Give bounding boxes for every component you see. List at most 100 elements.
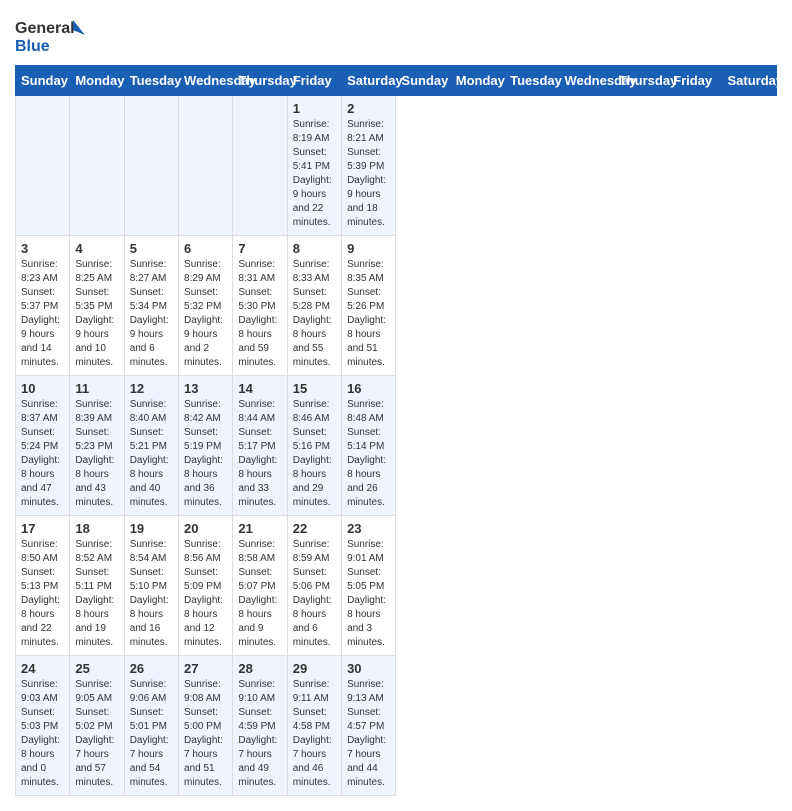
day-info: Sunrise: 8:40 AM Sunset: 5:21 PM Dayligh… [130,398,173,510]
day-number: 8 [293,241,336,256]
logo-svg: GeneralBlue [15,15,85,55]
calendar-cell: 7Sunrise: 8:31 AM Sunset: 5:30 PM Daylig… [233,236,287,376]
calendar-cell: 26 Sunrise: 9:06 AM Sunset: 5:01 PM Dayli… [124,656,178,796]
day-info: Sunrise: 8:23 AM Sunset: 5:37 PM Dayligh… [21,258,64,370]
day-info: Sunrise: 8:50 AM Sunset: 5:13 PM Dayligh… [21,538,64,650]
header-friday: Friday [668,66,722,96]
day-number: 26 [130,661,173,676]
day-number: 11 [75,381,118,396]
day-number: 29 [293,661,336,676]
calendar-cell: 29Sunrise: 9:11 AM Sunset: 4:58 PM Dayli… [287,656,341,796]
day-number: 24 [21,661,64,676]
day-number: 3 [21,241,64,256]
calendar-cell: 4Sunrise: 8:25 AM Sunset: 5:35 PM Daylig… [70,236,124,376]
header-thursday: Thursday [233,66,287,96]
day-number: 15 [293,381,336,396]
calendar-cell: 12 Sunrise: 8:40 AM Sunset: 5:21 PM Dayli… [124,376,178,516]
calendar-cell [70,96,124,236]
header-wednesday: Wednesday [179,66,233,96]
calendar-week-5: 24 Sunrise: 9:03 AM Sunset: 5:03 PM Dayli… [16,656,777,796]
calendar-cell [179,96,233,236]
calendar-week-1: 1 Sunrise: 8:19 AM Sunset: 5:41 PM Daylig… [16,96,777,236]
calendar-week-4: 17 Sunrise: 8:50 AM Sunset: 5:13 PM Dayli… [16,516,777,656]
day-info: Sunrise: 8:46 AM Sunset: 5:16 PM Dayligh… [293,398,336,510]
day-info: Sunrise: 8:52 AM Sunset: 5:11 PM Dayligh… [75,538,118,650]
header: GeneralBlue [15,15,777,55]
day-info: Sunrise: 8:25 AM Sunset: 5:35 PM Dayligh… [75,258,118,370]
day-number: 14 [238,381,281,396]
calendar-table: SundayMondayTuesdayWednesdayThursdayFrid… [15,65,777,796]
calendar-cell: 13 Sunrise: 8:42 AM Sunset: 5:19 PM Dayli… [179,376,233,516]
day-info: Sunrise: 8:21 AM Sunset: 5:39 PM Dayligh… [347,118,390,230]
header-monday: Monday [70,66,124,96]
header-saturday: Saturday [342,66,396,96]
day-number: 30 [347,661,390,676]
svg-text:General: General [15,20,75,37]
header-thursday: Thursday [613,66,667,96]
day-number: 12 [130,381,173,396]
calendar-cell: 21 Sunrise: 8:58 AM Sunset: 5:07 PM Dayli… [233,516,287,656]
day-number: 16 [347,381,390,396]
day-info: Sunrise: 9:08 AM Sunset: 5:00 PM Dayligh… [184,678,227,790]
day-info: Sunrise: 8:31 AM Sunset: 5:30 PM Dayligh… [238,258,281,370]
logo: GeneralBlue [15,15,85,55]
calendar-cell: 17 Sunrise: 8:50 AM Sunset: 5:13 PM Dayli… [16,516,70,656]
day-number: 27 [184,661,227,676]
calendar-cell: 2 Sunrise: 8:21 AM Sunset: 5:39 PM Daylig… [342,96,396,236]
calendar-cell: 3 Sunrise: 8:23 AM Sunset: 5:37 PM Daylig… [16,236,70,376]
calendar-cell [233,96,287,236]
header-friday: Friday [287,66,341,96]
day-number: 28 [238,661,281,676]
header-saturday: Saturday [722,66,777,96]
day-info: Sunrise: 8:19 AM Sunset: 5:41 PM Dayligh… [293,118,336,230]
calendar-header-row: SundayMondayTuesdayWednesdayThursdayFrid… [16,66,777,96]
day-number: 6 [184,241,227,256]
day-info: Sunrise: 9:03 AM Sunset: 5:03 PM Dayligh… [21,678,64,790]
day-number: 20 [184,521,227,536]
day-info: Sunrise: 8:54 AM Sunset: 5:10 PM Dayligh… [130,538,173,650]
calendar-cell: 15 Sunrise: 8:46 AM Sunset: 5:16 PM Dayli… [287,376,341,516]
calendar-cell: 5Sunrise: 8:27 AM Sunset: 5:34 PM Daylig… [124,236,178,376]
day-info: Sunrise: 8:59 AM Sunset: 5:06 PM Dayligh… [293,538,336,650]
day-number: 17 [21,521,64,536]
calendar-cell: 6 Sunrise: 8:29 AM Sunset: 5:32 PM Daylig… [179,236,233,376]
calendar-cell: 24 Sunrise: 9:03 AM Sunset: 5:03 PM Dayli… [16,656,70,796]
calendar-week-2: 3 Sunrise: 8:23 AM Sunset: 5:37 PM Daylig… [16,236,777,376]
day-number: 13 [184,381,227,396]
header-wednesday: Wednesday [559,66,613,96]
day-number: 2 [347,101,390,116]
day-number: 1 [293,101,336,116]
calendar-cell: 30 Sunrise: 9:13 AM Sunset: 4:57 PM Dayli… [342,656,396,796]
day-info: Sunrise: 8:44 AM Sunset: 5:17 PM Dayligh… [238,398,281,510]
day-info: Sunrise: 8:39 AM Sunset: 5:23 PM Dayligh… [75,398,118,510]
calendar-cell: 27 Sunrise: 9:08 AM Sunset: 5:00 PM Dayli… [179,656,233,796]
day-info: Sunrise: 8:42 AM Sunset: 5:19 PM Dayligh… [184,398,227,510]
calendar-cell: 23Sunrise: 9:01 AM Sunset: 5:05 PM Dayli… [342,516,396,656]
day-number: 23 [347,521,390,536]
day-info: Sunrise: 8:35 AM Sunset: 5:26 PM Dayligh… [347,258,390,370]
day-info: Sunrise: 8:29 AM Sunset: 5:32 PM Dayligh… [184,258,227,370]
day-info: Sunrise: 8:33 AM Sunset: 5:28 PM Dayligh… [293,258,336,370]
day-number: 21 [238,521,281,536]
day-info: Sunrise: 8:48 AM Sunset: 5:14 PM Dayligh… [347,398,390,510]
calendar-week-3: 10Sunrise: 8:37 AM Sunset: 5:24 PM Dayli… [16,376,777,516]
header-tuesday: Tuesday [124,66,178,96]
calendar-cell: 19 Sunrise: 8:54 AM Sunset: 5:10 PM Dayli… [124,516,178,656]
calendar-cell: 9Sunrise: 8:35 AM Sunset: 5:26 PM Daylig… [342,236,396,376]
calendar-cell [124,96,178,236]
calendar-cell: 1 Sunrise: 8:19 AM Sunset: 5:41 PM Daylig… [287,96,341,236]
day-number: 22 [293,521,336,536]
day-info: Sunrise: 8:58 AM Sunset: 5:07 PM Dayligh… [238,538,281,650]
calendar-cell: 22 Sunrise: 8:59 AM Sunset: 5:06 PM Dayli… [287,516,341,656]
header-sunday: Sunday [396,66,450,96]
day-number: 25 [75,661,118,676]
day-info: Sunrise: 8:37 AM Sunset: 5:24 PM Dayligh… [21,398,64,510]
calendar-cell: 16 Sunrise: 8:48 AM Sunset: 5:14 PM Dayli… [342,376,396,516]
day-number: 19 [130,521,173,536]
day-info: Sunrise: 8:56 AM Sunset: 5:09 PM Dayligh… [184,538,227,650]
day-info: Sunrise: 9:13 AM Sunset: 4:57 PM Dayligh… [347,678,390,790]
header-monday: Monday [450,66,504,96]
calendar-cell: 10Sunrise: 8:37 AM Sunset: 5:24 PM Dayli… [16,376,70,516]
calendar-cell: 14 Sunrise: 8:44 AM Sunset: 5:17 PM Dayli… [233,376,287,516]
day-info: Sunrise: 9:06 AM Sunset: 5:01 PM Dayligh… [130,678,173,790]
